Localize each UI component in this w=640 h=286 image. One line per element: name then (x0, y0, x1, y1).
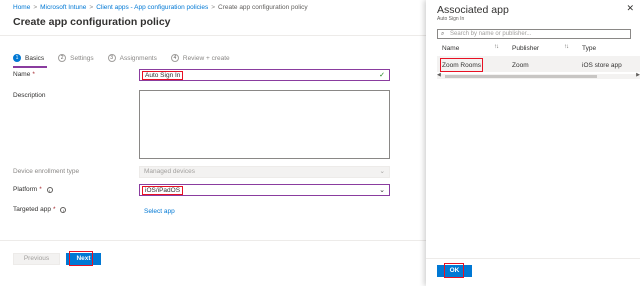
column-header-name[interactable]: Name (442, 45, 459, 52)
column-header-publisher[interactable]: Publisher (512, 45, 539, 52)
step-review-create[interactable]: 4 Review + create (170, 52, 230, 64)
description-field[interactable] (139, 90, 390, 159)
breadcrumb-current: Create app configuration policy (218, 4, 308, 11)
targeted-app-label-text: Targeted app (13, 206, 51, 213)
step-label: Settings (70, 54, 94, 62)
scroll-left-icon[interactable]: ◀ (437, 72, 441, 78)
breadcrumb-home[interactable]: Home (13, 4, 30, 11)
device-enrollment-value: Managed devices (144, 168, 195, 175)
info-icon[interactable]: i (60, 206, 67, 213)
breadcrumb-separator: > (33, 4, 38, 11)
targeted-app-label: Targeted app * i (13, 206, 67, 213)
step-number: 2 (58, 54, 67, 62)
next-highlight-box (69, 251, 93, 266)
check-icon: ✓ (379, 72, 385, 79)
ok-highlight-box (444, 263, 464, 278)
breadcrumb-separator: > (211, 4, 215, 11)
sort-icon[interactable]: ↑↓ (494, 44, 499, 50)
row-highlight-box (440, 58, 483, 72)
blade-subtitle: Auto Sign In (437, 16, 465, 22)
column-header-type[interactable]: Type (582, 45, 596, 52)
step-label: Review + create (182, 54, 230, 62)
blade-title: Associated app (437, 4, 509, 16)
step-settings[interactable]: 2 Settings (58, 52, 94, 64)
create-policy-pane: Home > Microsoft Intune > Client apps - App … (0, 0, 426, 286)
step-number: 4 (170, 54, 179, 62)
associated-app-blade: Associated app Auto Sign In ✕ ⌕ Search b… (426, 0, 640, 286)
breadcrumb-intune[interactable]: Microsoft Intune (40, 4, 86, 11)
platform-select[interactable]: iOS/iPadOS ⌄ (139, 184, 390, 196)
page-title: Create app configuration policy (13, 16, 171, 28)
divider (426, 258, 640, 259)
step-label: Assignments (119, 54, 157, 62)
description-label: Description (13, 92, 46, 99)
breadcrumb-app-config-policies[interactable]: Client apps - App configuration policies (96, 4, 208, 11)
search-icon: ⌕ (441, 31, 445, 37)
search-input[interactable]: ⌕ Search by name or publisher... (437, 29, 631, 39)
chevron-down-icon: ⌄ (379, 168, 385, 175)
device-enrollment-label: Device enrollment type (13, 168, 80, 175)
type-cell: iOS store app (582, 62, 622, 69)
wizard-steps: 1 Basics 2 Settings 3 Assignments 4 Revi… (13, 52, 244, 68)
name-label: Name * (13, 71, 35, 78)
required-marker: * (39, 186, 42, 193)
info-icon[interactable]: i (46, 186, 53, 193)
select-app-link[interactable]: Select app (144, 208, 175, 215)
platform-label-text: Platform (13, 186, 38, 193)
scroll-thumb[interactable] (445, 75, 597, 78)
platform-label: Platform * i (13, 186, 53, 193)
search-placeholder: Search by name or publisher... (450, 31, 532, 37)
name-value: Auto Sign In (142, 71, 184, 80)
sort-icon[interactable]: ↑↓ (564, 44, 569, 50)
step-basics[interactable]: 1 Basics (13, 52, 48, 68)
required-marker: * (52, 206, 56, 213)
device-enrollment-select: Managed devices ⌄ (139, 166, 390, 178)
step-assignments[interactable]: 3 Assignments (107, 52, 157, 64)
name-field[interactable]: Auto Sign In ✓ (139, 69, 390, 81)
platform-value: iOS/iPadOS (142, 186, 184, 195)
step-number: 1 (13, 54, 21, 62)
publisher-cell: Zoom (512, 62, 529, 69)
divider (0, 35, 426, 36)
breadcrumb-separator: > (89, 4, 94, 11)
step-number: 3 (107, 54, 116, 62)
previous-button[interactable]: Previous (13, 253, 60, 265)
name-label-text: Name (13, 71, 31, 78)
required-marker: * (32, 71, 35, 78)
step-label: Basics (25, 54, 45, 62)
scroll-right-icon[interactable]: ▶ (636, 72, 640, 78)
close-icon[interactable]: ✕ (626, 3, 634, 14)
chevron-down-icon: ⌄ (379, 187, 385, 194)
breadcrumb: Home > Microsoft Intune > Client apps - App … (13, 4, 308, 11)
divider (0, 240, 426, 241)
horizontal-scrollbar[interactable]: ◀ ▶ (437, 72, 640, 79)
